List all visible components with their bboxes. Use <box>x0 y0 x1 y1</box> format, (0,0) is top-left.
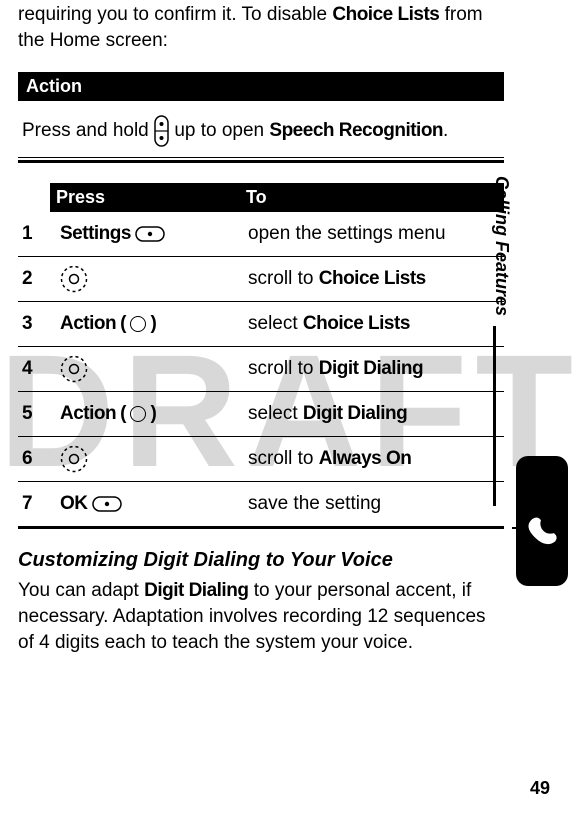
row-to: save the setting <box>244 487 504 521</box>
side-tab-label: Calling Features <box>491 176 512 316</box>
section-body: You can adapt Digit Dialing to your pers… <box>18 578 504 655</box>
to-text: save the setting <box>248 493 381 514</box>
to-bold: Always On <box>319 448 412 469</box>
row-number: 7 <box>18 493 54 515</box>
row-press: OK <box>54 489 244 519</box>
action-end: . <box>443 120 448 141</box>
section-bold: Digit Dialing <box>144 580 248 601</box>
row-number: 4 <box>18 358 54 380</box>
row-to: scroll to Digit Dialing <box>244 352 504 386</box>
press-label: Settings <box>60 223 131 245</box>
soft-key-icon <box>135 226 165 242</box>
press-label: Action <box>60 403 116 425</box>
side-tab: Calling Features <box>516 246 568 606</box>
section-heading: Customizing Digit Dialing to Your Voice <box>18 549 504 572</box>
to-text: scroll to <box>248 358 319 379</box>
intro-paragraph: requiring you to confirm it. To disable … <box>18 2 504 53</box>
to-bold: Digit Dialing <box>319 358 423 379</box>
table-row: 6 scroll to Always On <box>18 437 504 482</box>
table-row: 7 OK save the setting <box>18 482 504 527</box>
dpad-icon <box>60 355 88 383</box>
divider <box>18 157 504 158</box>
dpad-icon <box>60 445 88 473</box>
action-key-icon <box>130 406 146 422</box>
table-row: 1 Settings open the settings menu <box>18 212 504 257</box>
header-to: To <box>240 183 504 212</box>
row-press: Action () <box>54 309 244 339</box>
to-text: select <box>248 313 303 334</box>
rocker-key-icon <box>154 115 169 147</box>
press-label: OK <box>60 493 88 515</box>
row-press <box>54 351 244 387</box>
header-press: Press <box>50 183 240 212</box>
intro-pre: requiring you to confirm it. To disable <box>18 4 332 25</box>
to-bold: Digit Dialing <box>303 403 407 424</box>
row-press: Settings <box>54 219 244 249</box>
row-to: scroll to Always On <box>244 442 504 476</box>
table-row: 5Action ()select Digit Dialing <box>18 392 504 437</box>
table-row: 2 scroll to Choice Lists <box>18 257 504 302</box>
action-key-icon <box>130 316 146 332</box>
row-number: 3 <box>18 313 54 335</box>
press-label: Action <box>60 313 116 335</box>
to-text: open the settings menu <box>248 223 446 244</box>
row-to: open the settings menu <box>244 217 504 251</box>
row-number: 2 <box>18 268 54 290</box>
table-row: 4 scroll to Digit Dialing <box>18 347 504 392</box>
action-bold: Speech Recognition <box>269 120 443 141</box>
action-pre: Press and hold <box>22 120 154 141</box>
row-number: 1 <box>18 223 54 245</box>
to-text: scroll to <box>248 268 319 289</box>
row-press: Action () <box>54 399 244 429</box>
row-to: scroll to Choice Lists <box>244 262 504 296</box>
table-row: 3Action ()select Choice Lists <box>18 302 504 347</box>
press-to-header: Press To <box>18 183 504 212</box>
row-number: 5 <box>18 403 54 425</box>
to-bold: Choice Lists <box>303 313 410 334</box>
divider-thick <box>18 160 504 163</box>
action-body: Press and hold up to open Speech Recogni… <box>18 101 504 157</box>
row-to: select Digit Dialing <box>244 397 504 431</box>
row-number: 6 <box>18 448 54 470</box>
header-gap <box>18 183 50 212</box>
row-press <box>54 441 244 477</box>
action-mid: up to open <box>174 120 269 141</box>
page-number: 49 <box>530 778 550 799</box>
dpad-icon <box>60 265 88 293</box>
intro-bold: Choice Lists <box>332 4 439 25</box>
divider-thick <box>18 526 504 529</box>
row-to: select Choice Lists <box>244 307 504 341</box>
to-text: scroll to <box>248 448 319 469</box>
to-bold: Choice Lists <box>319 268 426 289</box>
section-pre: You can adapt <box>18 580 144 601</box>
action-heading: Action <box>18 72 504 101</box>
side-tab-line <box>493 326 496 506</box>
to-text: select <box>248 403 303 424</box>
row-press <box>54 261 244 297</box>
phone-icon <box>510 506 564 560</box>
soft-key-icon <box>92 496 122 512</box>
